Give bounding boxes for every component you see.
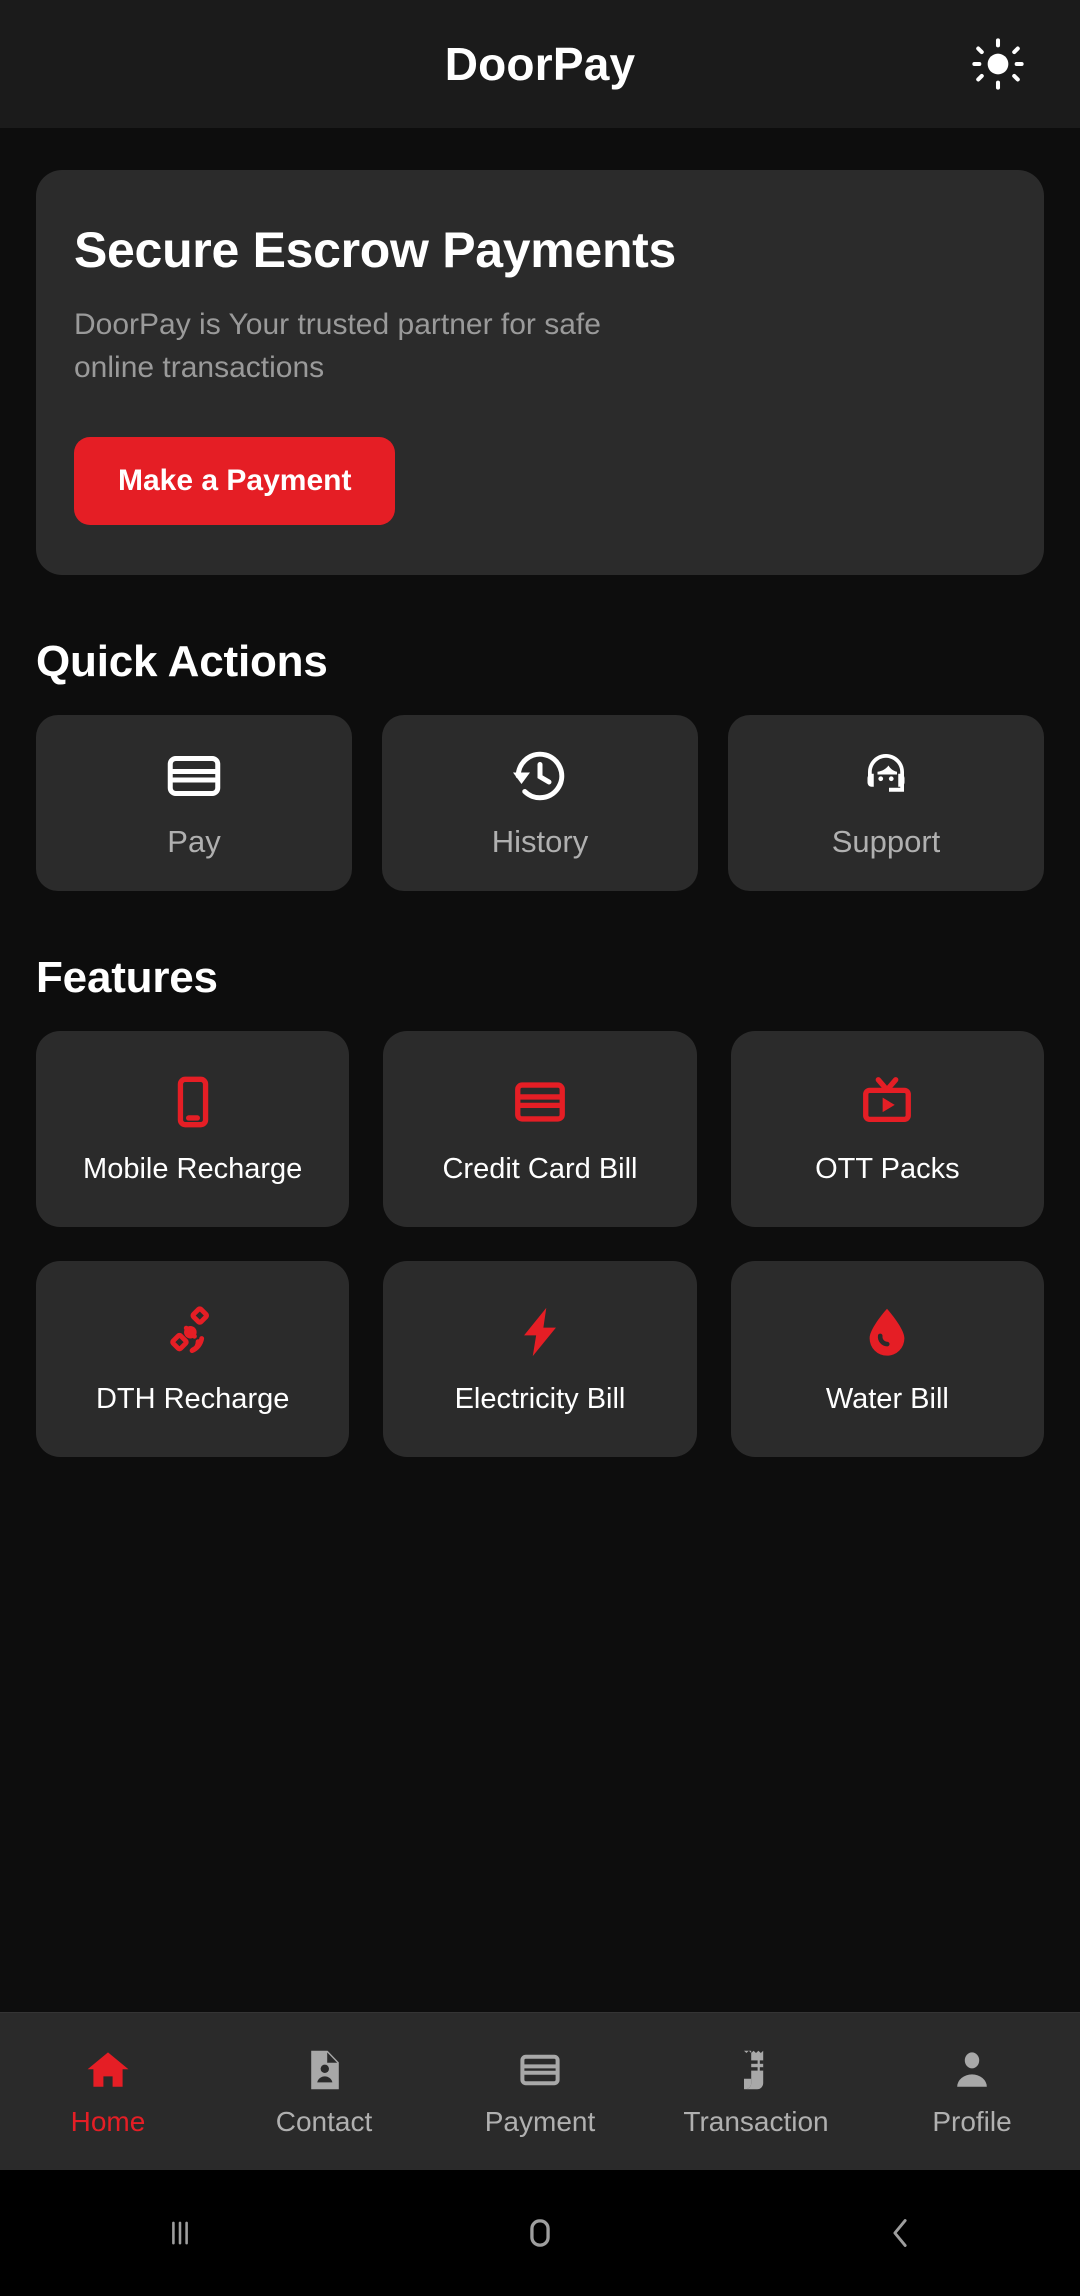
features-grid: Mobile Recharge Credit Card Bill OTT Pac…: [36, 1031, 1044, 1458]
nav-item-home[interactable]: Home: [0, 2046, 216, 2138]
hero-card: Secure Escrow Payments DoorPay is Your t…: [36, 170, 1044, 576]
credit-card-icon: [164, 746, 224, 806]
feature-label: OTT Packs: [815, 1152, 960, 1185]
quick-action-label: History: [491, 824, 589, 860]
credit-card-icon: [511, 1073, 569, 1131]
feature-label: Mobile Recharge: [83, 1152, 303, 1185]
feature-label: Water Bill: [825, 1382, 949, 1415]
history-clock-icon: [510, 746, 570, 806]
nav-item-transaction[interactable]: Transaction: [648, 2046, 864, 2138]
page-title: DoorPay: [444, 38, 636, 90]
main-content: Secure Escrow Payments DoorPay is Your t…: [0, 128, 1080, 2012]
app-screen: DoorPay Secure Escrow Payments DoorPay i…: [0, 0, 1080, 2296]
feature-ott-packs[interactable]: OTT Packs: [730, 1031, 1044, 1228]
sun-icon[interactable]: [952, 18, 1044, 110]
feature-electricity-bill[interactable]: Electricity Bill: [383, 1261, 697, 1458]
app-header: DoorPay: [0, 0, 1080, 128]
quick-actions-heading: Quick Actions: [36, 637, 328, 687]
quick-action-label: Support: [831, 824, 941, 860]
home-rounded-square-icon[interactable]: [470, 2170, 610, 2296]
nav-item-contact[interactable]: Contact: [216, 2046, 432, 2138]
system-navigation-bar: [0, 2170, 1080, 2296]
tv-play-icon: [858, 1073, 916, 1131]
smartphone-icon: [164, 1073, 222, 1131]
quick-action-pay[interactable]: Pay: [36, 715, 352, 892]
features-heading: Features: [36, 953, 218, 1003]
person-icon: [948, 2046, 996, 2094]
make-a-payment-button[interactable]: Make a Payment: [74, 437, 396, 526]
home-icon: [84, 2046, 132, 2094]
feature-water-bill[interactable]: Water Bill: [730, 1261, 1044, 1458]
nav-label: Home: [70, 2105, 146, 2137]
nav-label: Transaction: [683, 2105, 829, 2137]
contact-document-icon: [300, 2046, 348, 2094]
quick-actions-grid: Pay History Support: [36, 715, 1044, 892]
nav-item-profile[interactable]: Profile: [864, 2046, 1080, 2138]
satellite-icon: [164, 1303, 222, 1361]
receipt-icon: [732, 2046, 780, 2094]
nav-label: Payment: [484, 2105, 596, 2137]
feature-label: Credit Card Bill: [442, 1152, 638, 1185]
hero-subtitle: DoorPay is Your trusted partner for safe…: [74, 308, 601, 384]
headset-support-icon: [856, 746, 916, 806]
feature-mobile-recharge[interactable]: Mobile Recharge: [36, 1031, 350, 1228]
nav-label: Contact: [275, 2105, 373, 2137]
feature-credit-card-bill[interactable]: Credit Card Bill: [383, 1031, 697, 1228]
hero-title: Secure Escrow Payments: [74, 222, 677, 278]
nav-label: Profile: [932, 2105, 1012, 2137]
quick-action-support[interactable]: Support: [728, 715, 1044, 892]
feature-label: Electricity Bill: [454, 1382, 626, 1415]
back-chevron-icon[interactable]: [830, 2170, 970, 2296]
quick-action-label: Pay: [167, 824, 221, 860]
lightning-bolt-icon: [511, 1303, 569, 1361]
feature-label: DTH Recharge: [95, 1382, 290, 1415]
bottom-navigation: Home Contact Payment Transaction Profile: [0, 2012, 1080, 2170]
quick-action-history[interactable]: History: [382, 715, 698, 892]
recents-bars-icon[interactable]: [110, 2170, 250, 2296]
credit-card-icon: [516, 2046, 564, 2094]
feature-dth-recharge[interactable]: DTH Recharge: [36, 1261, 350, 1458]
water-drop-icon: [858, 1303, 916, 1361]
nav-item-payment[interactable]: Payment: [432, 2046, 648, 2138]
